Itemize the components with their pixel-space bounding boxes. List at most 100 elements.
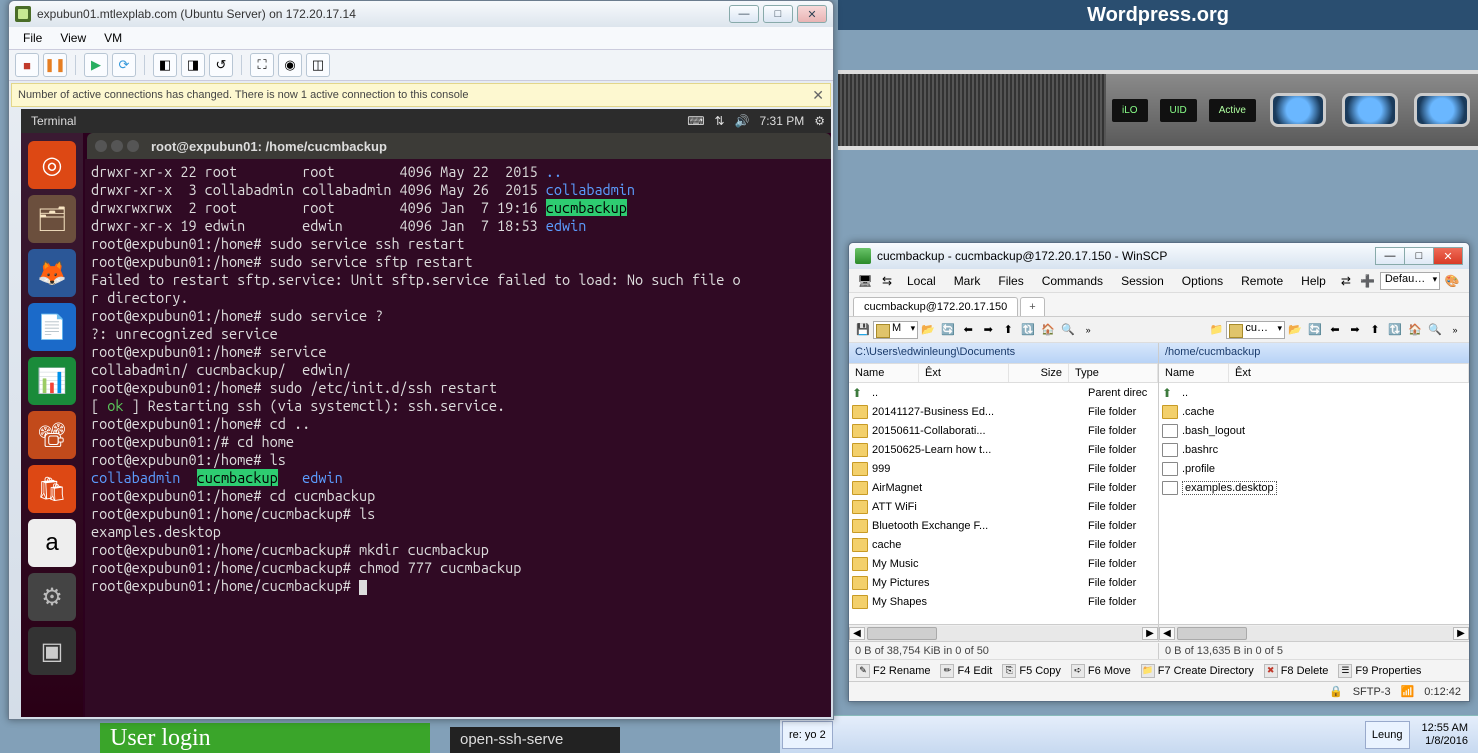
remote-path[interactable]: /home/cucmbackup (1159, 343, 1469, 363)
local-hscrollbar[interactable]: ◀ ▶ (849, 624, 1158, 641)
floppy-icon[interactable]: ◫ (306, 53, 330, 77)
f5-copy[interactable]: ⎘F5 Copy (999, 664, 1064, 678)
local-file-list[interactable]: ⬆..Parent direc20141127-Business Ed...Fi… (849, 383, 1158, 624)
topbar-time[interactable]: 7:31 PM (760, 114, 805, 128)
menu-help[interactable]: Help (1293, 271, 1334, 291)
scroll-thumb[interactable] (1177, 627, 1247, 640)
scroll-track[interactable] (865, 626, 1142, 641)
winscp-navbar[interactable]: 💾 M 📂 🔄 ⬅ ➡ ⬆ 🔃 🏠 🔍 » 📁 cu… 📂 🔄 ⬅ ➡ ⬆ 🔃 … (849, 317, 1469, 343)
col-size[interactable]: Size (1009, 364, 1069, 382)
col-name[interactable]: Name (1159, 364, 1229, 382)
impress-icon[interactable]: 📽 (28, 411, 76, 459)
menu-view[interactable]: View (52, 29, 94, 47)
menu-file[interactable]: File (15, 29, 50, 47)
find-icon[interactable]: 🔍 (1425, 320, 1445, 340)
local-drive-dropdown[interactable]: M (873, 321, 918, 339)
taskbar-item[interactable]: re: yo 2 (782, 721, 833, 749)
f4-edit[interactable]: ✏F4 Edit (937, 664, 995, 678)
sync-icon[interactable]: ⇆ (877, 274, 897, 288)
list-item[interactable]: My PicturesFile folder (849, 573, 1158, 592)
list-item[interactable]: My ShapesFile folder (849, 592, 1158, 611)
local-columns[interactable]: Name Êxt Size Type (849, 363, 1158, 383)
list-item[interactable]: .cache (1159, 402, 1469, 421)
forward-icon[interactable]: ➡ (978, 320, 998, 340)
scroll-left-icon[interactable]: ◀ (1159, 627, 1175, 640)
winscp-menubar[interactable]: 🖥 ⇆ Local Mark Files Commands Session Op… (849, 269, 1469, 293)
list-item[interactable]: cacheFile folder (849, 535, 1158, 554)
network-icon[interactable]: ⇅ (715, 114, 725, 128)
terminal-content[interactable]: drwxr-xr-x 22 root root 4096 May 22 2015… (85, 159, 831, 717)
back-icon[interactable]: ⬅ (958, 320, 978, 340)
close-info-icon[interactable]: ✕ (812, 87, 824, 104)
list-item[interactable]: 999File folder (849, 459, 1158, 478)
menu-session[interactable]: Session (1113, 271, 1172, 291)
unity-launcher[interactable]: ◎ 🗂 🦊 📄 📊 📽 🛍 a ⚙ ▣ (21, 133, 83, 717)
folder-open-icon[interactable]: 📂 (1285, 320, 1305, 340)
home-icon[interactable]: 🏠 (1038, 320, 1058, 340)
list-item[interactable]: ⬆.. (1159, 383, 1469, 402)
col-ext[interactable]: Êxt (919, 364, 1009, 382)
reset-icon[interactable]: ⟳ (112, 53, 136, 77)
windows-taskbar[interactable]: re: yo 2 Leung 12:55 AM 1/8/2016 (780, 715, 1478, 753)
up-dir-icon[interactable]: ⬆ (1365, 320, 1385, 340)
find-icon[interactable]: 🔍 (1058, 320, 1078, 340)
remote-overflow-icon[interactable]: » (1445, 320, 1465, 340)
f8-delete[interactable]: ✖F8 Delete (1261, 664, 1332, 678)
taskbar-clock[interactable]: 12:55 AM 1/8/2016 (1412, 722, 1478, 748)
local-overflow-icon[interactable]: » (1078, 320, 1098, 340)
snapshot-icon[interactable]: ◧ (153, 53, 177, 77)
list-item[interactable]: ⬆..Parent direc (849, 383, 1158, 402)
writer-icon[interactable]: 📄 (28, 303, 76, 351)
drive-icon[interactable]: 💾 (853, 320, 873, 340)
menu-vm[interactable]: VM (96, 29, 130, 47)
up-dir-icon[interactable]: ⬆ (998, 320, 1018, 340)
scroll-right-icon[interactable]: ▶ (1453, 627, 1469, 640)
remote-file-list[interactable]: ⬆...cache.bash_logout.bashrc.profileexam… (1159, 383, 1469, 624)
f2-rename[interactable]: ✎F2 Rename (853, 664, 933, 678)
fullscreen-icon[interactable]: ⛶ (250, 53, 274, 77)
server-icon[interactable]: 🖥 (855, 274, 875, 288)
menu-commands[interactable]: Commands (1034, 271, 1111, 291)
list-item[interactable]: My MusicFile folder (849, 554, 1158, 573)
menu-local[interactable]: Local (899, 271, 944, 291)
list-item[interactable]: .bash_logout (1159, 421, 1469, 440)
window-close-icon[interactable] (95, 140, 107, 152)
pause-icon[interactable]: ❚❚ (43, 53, 67, 77)
list-item[interactable]: ATT WiFiFile folder (849, 497, 1158, 516)
local-path[interactable]: C:\Users\edwinleung\Documents (849, 343, 1158, 363)
scroll-track[interactable] (1175, 626, 1453, 641)
remote-columns[interactable]: Name Êxt (1159, 363, 1469, 383)
taskbar-item[interactable]: Leung (1365, 721, 1410, 749)
new-session-tab[interactable]: + (1020, 297, 1044, 316)
winscp-fnkeys[interactable]: ✎F2 Rename ✏F4 Edit ⎘F5 Copy ➪F6 Move 📁F… (849, 659, 1469, 681)
col-name[interactable]: Name (849, 364, 919, 382)
menu-files[interactable]: Files (990, 271, 1031, 291)
maximize-button[interactable]: □ (763, 5, 793, 23)
list-item[interactable]: .profile (1159, 459, 1469, 478)
minimize-button[interactable]: — (1375, 247, 1405, 265)
scroll-thumb[interactable] (867, 627, 937, 640)
scroll-right-icon[interactable]: ▶ (1142, 627, 1158, 640)
vmware-toolbar[interactable]: ■ ❚❚ ▶ ⟳ ◧ ◨ ↺ ⛶ ◉ ◫ (9, 49, 833, 81)
f7-mkdir[interactable]: 📁F7 Create Directory (1138, 664, 1257, 678)
list-item[interactable]: 20150611-Collaborati...File folder (849, 421, 1158, 440)
forward-icon[interactable]: ➡ (1345, 320, 1365, 340)
play-icon[interactable]: ▶ (84, 53, 108, 77)
software-center-icon[interactable]: 🛍 (28, 465, 76, 513)
window-min-icon[interactable] (111, 140, 123, 152)
amazon-icon[interactable]: a (28, 519, 76, 567)
sync-browse-icon[interactable]: ⇄ (1336, 274, 1356, 288)
f6-move[interactable]: ➪F6 Move (1068, 664, 1134, 678)
stop-icon[interactable]: ■ (15, 53, 39, 77)
snapshot-manager-icon[interactable]: ◨ (181, 53, 205, 77)
f9-properties[interactable]: ☰F9 Properties (1335, 664, 1424, 678)
list-item[interactable]: 20150625-Learn how t...File folder (849, 440, 1158, 459)
settings-icon[interactable]: ⚙ (28, 573, 76, 621)
dash-icon[interactable]: ◎ (28, 141, 76, 189)
ubuntu-topbar[interactable]: Terminal ⌨ ⇅ 🔊 7:31 PM ⚙ (21, 109, 831, 133)
cdrom-icon[interactable]: ◉ (278, 53, 302, 77)
firefox-icon[interactable]: 🦊 (28, 249, 76, 297)
remote-hscrollbar[interactable]: ◀ ▶ (1159, 624, 1469, 641)
gear-icon[interactable]: ⚙ (814, 114, 825, 128)
session-tab[interactable]: cucmbackup@172.20.17.150 (853, 297, 1018, 316)
